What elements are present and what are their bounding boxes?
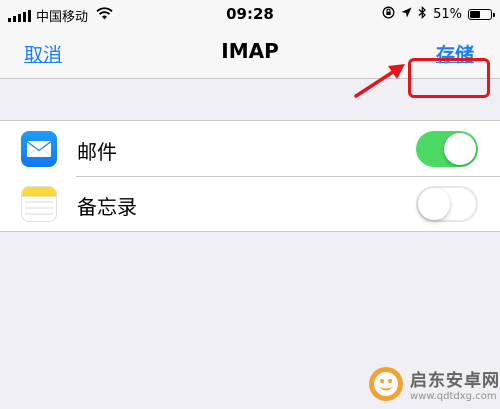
battery-percent: 51% [433, 7, 462, 22]
watermark: 启东安卓网 www.qdtdxg.com [368, 366, 500, 402]
screen: 中国移动 09:28 51% 取消 IMAP 存储 邮件 备忘录 启东安卓网 w… [0, 0, 500, 409]
toggle-knob [418, 188, 450, 220]
notes-app-icon [21, 186, 57, 222]
watermark-url: www.qdtdxg.com [410, 391, 497, 402]
watermark-text-block: 启东安卓网 www.qdtdxg.com [410, 366, 500, 402]
toggle-knob [444, 133, 476, 165]
location-icon [401, 7, 412, 22]
row-label-mail: 邮件 [77, 140, 117, 164]
battery-icon [468, 9, 495, 20]
bluetooth-icon [418, 5, 427, 23]
list-item: 备忘录 [0, 176, 500, 231]
mail-toggle[interactable] [416, 131, 478, 167]
row-label-notes: 备忘录 [77, 195, 137, 219]
notes-toggle[interactable] [416, 186, 478, 222]
watermark-logo-icon [369, 367, 403, 401]
mail-app-icon [21, 131, 57, 167]
status-bar-right: 51% [382, 5, 495, 23]
list-item: 邮件 [0, 121, 500, 176]
annotation-arrow-icon [354, 64, 405, 98]
orientation-lock-icon [382, 6, 395, 23]
watermark-text: 启东安卓网 [410, 371, 500, 391]
battery-level [470, 11, 481, 18]
nav-bar: 取消 IMAP 存储 [0, 30, 500, 98]
app-toggle-list: 邮件 备忘录 [0, 120, 500, 232]
status-bar: 中国移动 09:28 51% [0, 0, 500, 30]
highlight-box [408, 58, 490, 98]
